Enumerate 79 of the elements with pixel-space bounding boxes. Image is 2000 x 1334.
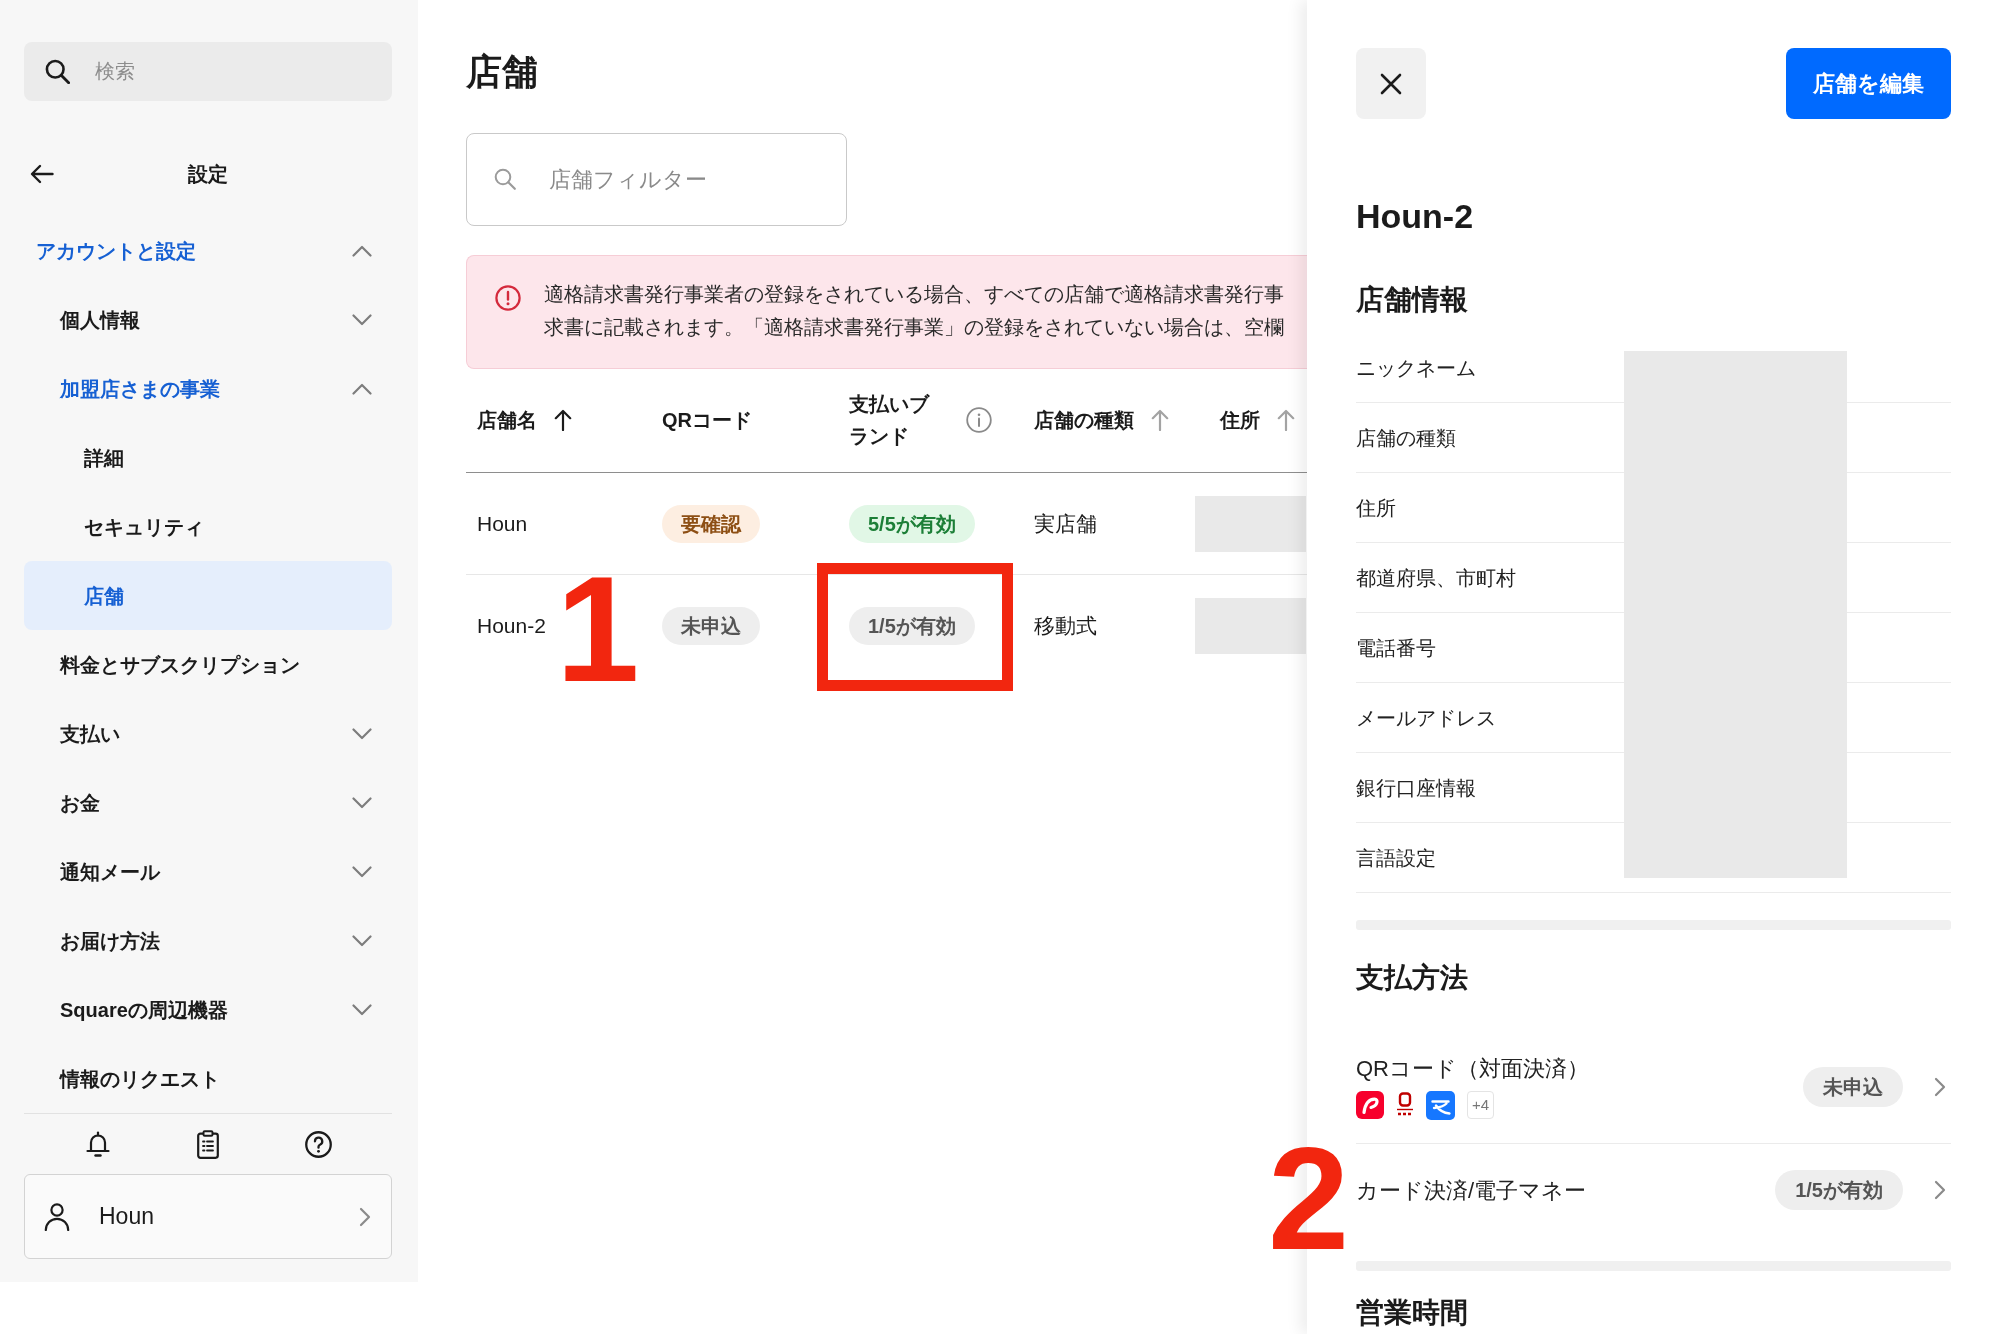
section-heading: 営業時間 <box>1356 1297 1469 1329</box>
table-cell-text: 移動式 <box>1034 613 1097 640</box>
sidebar-title: 設定 <box>188 162 228 187</box>
sidebar-item[interactable]: 店舗 <box>24 561 392 630</box>
payment-method-label: QRコード（対面決済） <box>1356 1055 1589 1083</box>
chevron-down-icon[interactable] <box>352 1003 372 1016</box>
back-arrow-icon[interactable] <box>30 164 54 184</box>
chevron-down-icon[interactable] <box>352 865 372 878</box>
sidebar-item[interactable]: セキュリティ <box>24 492 392 561</box>
logo-tile-icon <box>1426 1090 1455 1120</box>
close-button[interactable] <box>1356 48 1426 119</box>
table-cell-text: Houn-2 <box>477 613 546 640</box>
field-label: 店舗の種類 <box>1356 425 1456 451</box>
chevron-up-icon[interactable] <box>352 244 372 257</box>
status-badge: 要確認 <box>662 504 760 543</box>
field-label: 言語設定 <box>1356 845 1436 871</box>
column-header[interactable]: 住所 <box>1220 405 1295 435</box>
exclamation-circle-icon <box>495 285 521 311</box>
bell-icon[interactable] <box>86 1130 110 1158</box>
sidebar-item[interactable]: 支払い <box>24 699 392 768</box>
column-header: QRコード <box>662 408 752 433</box>
table-cell-text: Houn <box>477 510 528 537</box>
section-heading: 店舗情報 <box>1356 283 1469 317</box>
section-heading: 支払方法 <box>1356 961 1469 995</box>
person-icon <box>44 1202 70 1231</box>
chevron-down-icon[interactable] <box>352 934 372 947</box>
sidebar-item[interactable]: アカウントと設定 <box>24 216 392 285</box>
alert-text: 求書に記載されます。「適格請求書発行事業」の登録をされていない場合は、空欄 <box>544 315 1284 340</box>
clipboard-icon[interactable] <box>197 1129 219 1159</box>
edit-button[interactable]: 店舗を編集 <box>1786 48 1951 119</box>
search-icon <box>494 168 516 190</box>
panel-title: Houn-2 <box>1356 196 1475 237</box>
logo-tile-icon <box>1356 1091 1384 1119</box>
status-badge: 1/5が有効 <box>849 607 975 645</box>
chevron-up-icon[interactable] <box>352 382 372 395</box>
help-icon[interactable] <box>304 1130 332 1158</box>
sidebar-item[interactable]: 加盟店さまの事業 <box>24 354 392 423</box>
sidebar-item[interactable]: Squareの周辺機器 <box>24 975 392 1044</box>
account-button[interactable]: Houn <box>24 1174 392 1259</box>
sidebar-item[interactable]: 個人情報 <box>24 285 392 354</box>
info-icon[interactable] <box>966 407 992 433</box>
status-badge: 5/5が有効 <box>849 504 975 543</box>
payment-method-label: カード決済/電子マネー <box>1356 1176 1587 1205</box>
annotation-number: 2 <box>1268 1144 1350 1254</box>
search-field[interactable]: 検索 <box>24 42 392 101</box>
count-chip: +4 <box>1467 1091 1495 1119</box>
column-header[interactable]: 店舗の種類 <box>1034 405 1169 435</box>
sidebar-item[interactable]: 通知メール <box>24 837 392 906</box>
chevron-right-icon[interactable] <box>1934 1076 1946 1097</box>
chevron-down-icon[interactable] <box>352 796 372 809</box>
field-label: ニックネーム <box>1356 355 1476 381</box>
alert-text: 適格請求書発行事業者の登録をされている場合、すべての店舗で適格請求書発行事 <box>544 282 1284 307</box>
field-label: 電話番号 <box>1356 635 1436 661</box>
sidebar-item[interactable]: お届け方法 <box>24 906 392 975</box>
column-header[interactable]: 店舗名 <box>477 405 572 435</box>
status-badge: 未申込 <box>1803 1066 1903 1107</box>
logo-mark-icon <box>1396 1092 1414 1118</box>
field-label: メールアドレス <box>1356 705 1496 731</box>
status-badge: 1/5が有効 <box>1775 1170 1903 1210</box>
chevron-right-icon[interactable] <box>1934 1180 1946 1200</box>
sort-arrow-icon[interactable] <box>554 409 572 431</box>
search-icon <box>45 59 70 84</box>
sidebar-item[interactable]: 料金とサブスクリプション <box>24 630 392 699</box>
chevron-right-icon[interactable] <box>359 1206 371 1227</box>
sidebar-item[interactable]: お金 <box>24 768 392 837</box>
sidebar-item[interactable]: 詳細 <box>24 423 392 492</box>
column-header: 支払いブランド <box>849 392 931 449</box>
chevron-down-icon[interactable] <box>352 313 372 326</box>
filter-field[interactable]: 店舗フィルター <box>466 133 847 226</box>
field-label: 銀行口座情報 <box>1356 775 1476 801</box>
status-badge: 未申込 <box>662 607 760 645</box>
close-icon <box>1380 72 1402 95</box>
field-label: 住所 <box>1356 495 1396 521</box>
table-cell-text: 実店舗 <box>1034 510 1097 537</box>
field-label: 都道府県、市町村 <box>1356 565 1516 591</box>
sidebar-item[interactable]: 情報のリクエスト <box>24 1044 392 1113</box>
page-title: 店舗 <box>466 50 539 94</box>
annotation-number: 1 <box>556 573 640 686</box>
chevron-down-icon[interactable] <box>352 727 372 740</box>
